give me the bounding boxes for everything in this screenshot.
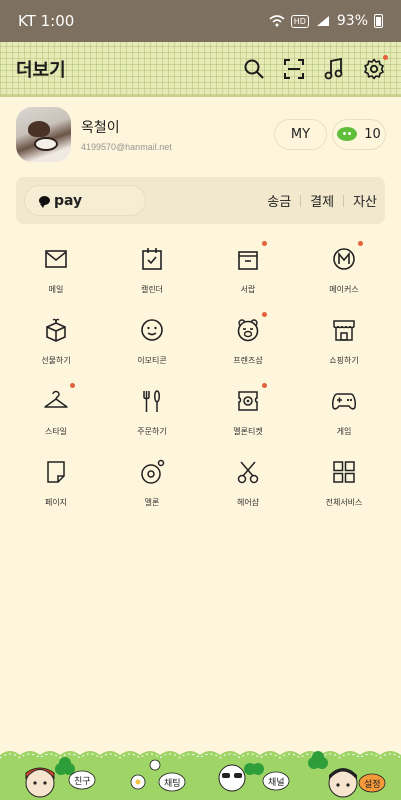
ticket-icon <box>238 391 258 411</box>
divider <box>300 194 302 207</box>
pay-link-assets[interactable]: 자산 <box>353 191 377 210</box>
drawer-icon <box>238 251 258 270</box>
gift-icon <box>46 318 66 342</box>
service-grid: 메일 캘린더 서랍 메이커스 선물하기 이모티콘 프렌즈샵 쇼핑하기 스타일 주… <box>8 235 392 519</box>
tab-channel[interactable]: 채널 <box>268 775 285 788</box>
service-gift[interactable]: 선물하기 <box>8 306 104 377</box>
battery-icon <box>374 14 383 28</box>
service-emoticon[interactable]: 이모티콘 <box>104 306 200 377</box>
hd-badge: HD <box>290 14 309 28</box>
service-label: 멜론티켓 <box>233 427 263 436</box>
avatar[interactable] <box>16 106 71 162</box>
service-melon[interactable]: 멜론 <box>104 448 200 519</box>
service-label: 멜론 <box>144 498 160 507</box>
coin-button[interactable]: 10 <box>332 118 386 150</box>
friends-shop-icon <box>237 319 259 342</box>
service-label: 서랍 <box>240 285 256 294</box>
service-style[interactable]: 스타일 <box>8 377 104 448</box>
service-label: 캘린더 <box>140 285 164 294</box>
pay-link-transfer[interactable]: 송금 <box>267 191 291 210</box>
service-mail[interactable]: 메일 <box>8 235 104 306</box>
service-label: 헤어샵 <box>236 498 260 507</box>
fork-knife-icon <box>143 390 160 412</box>
service-label: 쇼핑하기 <box>329 356 359 365</box>
service-label: 이모티콘 <box>137 356 167 365</box>
notification-dot <box>262 241 267 246</box>
speech-bubble-icon <box>39 196 50 208</box>
music-button[interactable] <box>323 57 345 80</box>
calendar-icon <box>142 248 162 270</box>
scissors-icon <box>237 461 259 484</box>
service-label: 게임 <box>336 427 352 436</box>
status-bar: KT 1:00 HD 93% <box>0 0 401 42</box>
melon-icon <box>141 459 165 484</box>
scan-button[interactable] <box>283 58 305 80</box>
signal-icon <box>316 16 329 26</box>
tab-settings[interactable]: 설정 <box>364 777 381 790</box>
profile-section[interactable]: 옥철이 4199570@hanmail.net MY 10 <box>16 106 386 162</box>
service-all[interactable]: 전체서비스 <box>296 448 392 519</box>
notification-dot <box>262 383 267 388</box>
page-title: 더보기 <box>16 59 66 81</box>
my-button[interactable]: MY <box>274 118 327 150</box>
service-drawer[interactable]: 서랍 <box>200 235 296 306</box>
wifi-icon <box>269 15 285 27</box>
page-icon <box>47 461 65 483</box>
app-header: 더보기 <box>0 42 401 97</box>
battery-percent: 93% <box>336 13 368 29</box>
service-calendar[interactable]: 캘린더 <box>104 235 200 306</box>
service-friends-shop[interactable]: 프렌즈샵 <box>200 306 296 377</box>
emoticon-coin-icon <box>337 127 358 141</box>
settings-notification-dot <box>383 54 388 60</box>
search-button[interactable] <box>243 58 265 80</box>
pay-section: pay 송금 결제 자산 <box>16 177 385 224</box>
hanger-icon <box>44 390 68 408</box>
pay-link-payment[interactable]: 결제 <box>310 191 334 210</box>
notification-dot <box>262 312 267 317</box>
service-order[interactable]: 주문하기 <box>104 377 200 448</box>
service-label: 선물하기 <box>41 356 71 365</box>
emoticon-icon <box>141 319 163 341</box>
profile-email: 4199570@hanmail.net <box>81 141 172 152</box>
gamepad-icon <box>332 393 356 410</box>
mail-icon <box>45 250 67 268</box>
gear-icon <box>364 58 384 79</box>
service-label: 프렌즈샵 <box>233 356 263 365</box>
tab-chats[interactable]: 채팅 <box>164 776 181 789</box>
settings-button[interactable] <box>363 54 388 80</box>
service-label: 페이지 <box>44 498 68 507</box>
service-shopping[interactable]: 쇼핑하기 <box>296 306 392 377</box>
pay-button[interactable]: pay <box>24 185 146 216</box>
tab-bar-illustration <box>0 751 401 800</box>
notification-dot <box>358 241 363 246</box>
makers-icon <box>333 248 355 270</box>
service-page[interactable]: 페이지 <box>8 448 104 519</box>
service-game[interactable]: 게임 <box>296 377 392 448</box>
music-note-icon <box>324 57 343 79</box>
carrier-time: KT 1:00 <box>18 12 75 30</box>
shopping-icon <box>333 320 355 341</box>
service-label: 메이커스 <box>329 285 359 294</box>
status-icons: HD 93% <box>269 13 383 29</box>
all-services-icon <box>333 461 355 483</box>
service-label: 주문하기 <box>137 427 167 436</box>
service-makers[interactable]: 메이커스 <box>296 235 392 306</box>
service-label: 스타일 <box>44 427 68 436</box>
notification-dot <box>70 383 75 388</box>
divider <box>343 194 345 207</box>
coin-count: 10 <box>364 126 381 142</box>
bottom-tab-bar: 친구 채팅 채널 설정 <box>0 745 401 800</box>
service-hairshop[interactable]: 헤어샵 <box>200 448 296 519</box>
service-melon-ticket[interactable]: 멜론티켓 <box>200 377 296 448</box>
service-label: 메일 <box>48 285 64 294</box>
scan-icon <box>284 58 304 79</box>
search-icon <box>244 59 264 79</box>
profile-name: 옥철이 <box>81 119 120 136</box>
tab-friends[interactable]: 친구 <box>74 774 91 787</box>
service-label: 전체서비스 <box>325 498 363 507</box>
pay-label: pay <box>54 192 83 209</box>
